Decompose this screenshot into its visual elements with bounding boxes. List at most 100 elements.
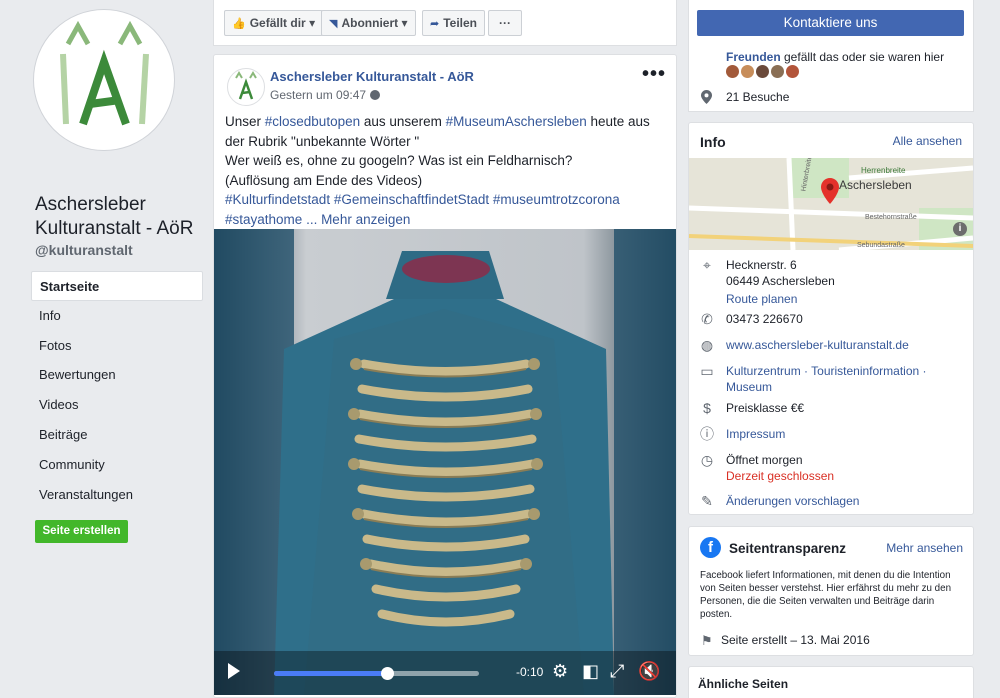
website-row: www.aschersleber-kulturanstalt.de: [726, 337, 909, 353]
friend-avatar[interactable]: [771, 65, 784, 78]
video-progress-fill: [274, 671, 387, 676]
share-arrow-icon: ➦: [430, 18, 440, 30]
post-author-avatar[interactable]: [227, 68, 265, 106]
map-tiles: [689, 158, 973, 250]
imprint-row: Impressum: [726, 426, 785, 442]
rss-icon: ◥: [329, 18, 338, 30]
post-text-line: (Auflösung am Ende des Videos): [225, 172, 423, 188]
page-title: Aschersleber Kulturanstalt - AöR: [35, 194, 194, 239]
map-street-label: Bestehornstraße: [865, 214, 917, 221]
friend-avatar[interactable]: [741, 65, 754, 78]
contact-us-button[interactable]: Kontaktiere uns: [697, 10, 964, 36]
suggest-edits-link[interactable]: Änderungen vorschlagen: [726, 494, 859, 508]
share-label: Teilen: [443, 16, 478, 30]
category-icon: ▭: [700, 363, 714, 379]
follow-button[interactable]: ◥ Abonniert ▾: [321, 10, 416, 36]
nav-item-videos[interactable]: Videos: [31, 390, 203, 420]
mini-player-icon[interactable]: ◧: [582, 661, 599, 682]
transparency-description: Facebook liefert Informationen, mit dene…: [700, 570, 952, 620]
hashtag-links[interactable]: #Kulturfindetstadt #GemeinschaftfindetSt…: [225, 190, 670, 210]
nav-item-community[interactable]: Community: [31, 450, 203, 480]
nav-item-bewertungen[interactable]: Bewertungen: [31, 360, 203, 390]
similar-pages-title: Ähnliche Seiten: [698, 677, 789, 691]
post-text: Unser #closedbutopen aus unserem #Museum…: [225, 112, 670, 230]
route-planning-link[interactable]: Route planen: [726, 291, 835, 307]
thumbs-up-icon: 👍: [232, 18, 246, 30]
phone-number[interactable]: 03473 226670: [726, 311, 803, 327]
fullscreen-icon[interactable]: ⤢: [610, 661, 624, 682]
location-map[interactable]: Herrenbreite Aschersleben Hinterbreite B…: [689, 158, 973, 250]
kulturanstalt-logo: [235, 71, 257, 100]
see-more-link[interactable]: ... Mehr anzeigen: [306, 212, 410, 227]
nav-item-startseite[interactable]: Startseite: [31, 271, 203, 301]
friends-text: gefällt das oder sie waren hier: [780, 50, 945, 64]
map-city-label: Aschersleben: [839, 178, 912, 192]
map-street-label: Sebundastraße: [857, 242, 905, 249]
page-action-bar: 👍 Gefällt dir ▾ ◥ Abonniert ▾ ➦ Teilen ···: [213, 0, 677, 46]
volume-muted-icon[interactable]: 🔇: [638, 661, 660, 682]
post-timestamp[interactable]: Gestern um 09:47: [270, 88, 381, 102]
see-all-link[interactable]: Alle ansehen: [893, 134, 962, 148]
globe-icon: ◍: [700, 337, 714, 353]
profile-picture[interactable]: [34, 10, 174, 150]
imprint-link[interactable]: Impressum: [726, 427, 785, 441]
visits-count: 21 Besuche: [726, 90, 790, 104]
nav-item-info[interactable]: Info: [31, 301, 203, 331]
globe-icon: [370, 90, 381, 100]
create-page-button[interactable]: Seite erstellen: [35, 520, 128, 543]
nav-item-veranstaltungen[interactable]: Veranstaltungen: [31, 480, 203, 510]
chevron-down-icon: ▾: [309, 16, 316, 30]
page-created-date: Seite erstellt – 13. Mai 2016: [721, 633, 870, 647]
post-text-line: Wer weiß es, ohne zu googeln? Was ist ei…: [225, 153, 573, 169]
video-player[interactable]: -0:10 ⚙ ◧ ⤢ 🔇: [214, 229, 676, 695]
clock-icon: ◷: [700, 452, 714, 468]
friend-avatar[interactable]: [726, 65, 739, 78]
video-scrubber-handle[interactable]: [380, 667, 394, 680]
video-controls: -0:10 ⚙ ◧ ⤢ 🔇: [214, 651, 676, 695]
website-link[interactable]: www.aschersleber-kulturanstalt.de: [726, 338, 909, 352]
friends-summary: Freunden gefällt das oder sie waren hier: [726, 50, 944, 64]
hashtag-link[interactable]: #MuseumAschersleben: [446, 114, 587, 129]
opens-tomorrow: Öffnet morgen: [726, 453, 803, 467]
see-more-link[interactable]: Mehr ansehen: [886, 541, 963, 555]
categories: Kulturzentrum · Touristeninformation · M…: [726, 363, 927, 395]
settings-gear-icon[interactable]: ⚙: [552, 661, 568, 682]
page-navigation: Startseite Info Fotos Bewertungen Videos…: [31, 271, 203, 509]
facebook-icon: f: [700, 537, 721, 558]
opening-hours[interactable]: Öffnet morgen Derzeit geschlossen: [726, 452, 834, 484]
friend-avatar[interactable]: [786, 65, 799, 78]
page-handle: @kulturanstalt: [35, 242, 133, 258]
info-card: Info Alle ansehen Herrenbreite Aschersle…: [688, 122, 974, 515]
transparency-title: Seitentransparenz: [729, 541, 847, 556]
friends-link[interactable]: Freunden: [726, 50, 781, 64]
post-time-text: Gestern um 09:47: [270, 88, 367, 102]
friend-avatar[interactable]: [756, 65, 769, 78]
nav-item-beitraege[interactable]: Beiträge: [31, 420, 203, 450]
video-progress-bar[interactable]: [274, 667, 479, 680]
video-time-remaining: -0:10: [516, 665, 544, 679]
map-marker-icon[interactable]: [821, 178, 839, 204]
like-button[interactable]: 👍 Gefällt dir ▾: [224, 10, 324, 36]
pencil-icon: ✎: [701, 493, 713, 509]
map-street-label: Herrenbreite: [861, 166, 906, 175]
play-icon[interactable]: [228, 663, 240, 679]
more-options-button[interactable]: ···: [488, 10, 522, 36]
hashtag-link[interactable]: #stayathome: [225, 212, 302, 227]
contact-card: Kontaktiere uns: [688, 0, 974, 47]
post-author-name[interactable]: Aschersleber Kulturanstalt - AöR: [270, 69, 474, 84]
category-links[interactable]: Kulturzentrum · Touristeninformation ·: [726, 363, 927, 379]
flag-icon: ⚑: [701, 633, 713, 648]
address-street: Hecknerstr. 6: [726, 258, 797, 272]
map-info-icon[interactable]: i: [953, 222, 967, 236]
location-pin-icon: [701, 90, 712, 104]
similar-pages-card: Ähnliche Seiten: [688, 666, 974, 698]
share-button[interactable]: ➦ Teilen: [422, 10, 486, 36]
post-text-segment: aus unserem: [360, 114, 446, 129]
nav-item-fotos[interactable]: Fotos: [31, 331, 203, 361]
hashtag-link[interactable]: #closedbutopen: [265, 114, 360, 129]
post-menu-icon[interactable]: •••: [642, 63, 666, 86]
hussar-jacket-video-frame: [214, 229, 676, 695]
like-label: Gefällt dir: [249, 16, 306, 30]
category-link-museum[interactable]: Museum: [726, 379, 927, 395]
price-range: Preisklasse €€: [726, 401, 805, 415]
